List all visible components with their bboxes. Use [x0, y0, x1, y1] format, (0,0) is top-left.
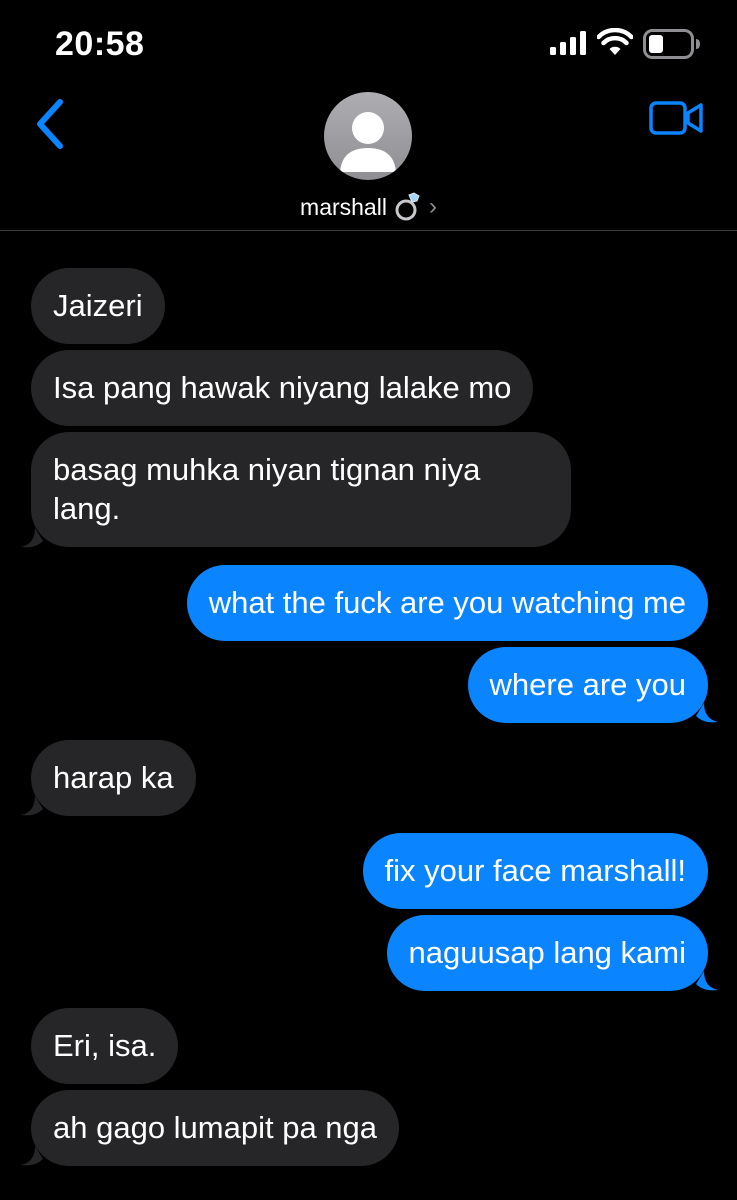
bubble-tail	[21, 528, 43, 548]
incoming-message[interactable]: Eri, isa.	[31, 1008, 179, 1084]
bubble-tail	[696, 971, 718, 991]
incoming-message[interactable]: basag muhka niyan tignan niya lang.	[31, 432, 571, 547]
outgoing-message[interactable]: fix your face marshall!	[362, 833, 708, 909]
chevron-right-icon: ›	[428, 193, 437, 220]
outgoing-message[interactable]: where are you	[467, 647, 708, 723]
incoming-message[interactable]: Jaizeri	[31, 268, 165, 344]
status-bar: 20:58	[0, 0, 737, 88]
chevron-left-icon[interactable]	[34, 98, 66, 150]
battery-icon	[643, 29, 700, 59]
contact-name-button[interactable]: marshall ›	[0, 188, 737, 232]
bubble-tail	[21, 1146, 43, 1166]
status-time: 20:58	[55, 25, 145, 63]
outgoing-message[interactable]: what the fuck are you watching me	[186, 565, 708, 641]
bubble-tail	[696, 703, 718, 723]
contact-name: marshall	[300, 194, 387, 220]
bubble-tail	[21, 796, 43, 816]
person-icon	[340, 112, 396, 172]
incoming-message[interactable]: ah gago lumapit pa nga	[31, 1090, 400, 1166]
outgoing-message[interactable]: naguusap lang kami	[386, 915, 708, 991]
signal-icon	[550, 31, 586, 55]
conversation-header: marshall ›	[0, 88, 737, 231]
ring-icon	[393, 191, 423, 232]
incoming-message[interactable]: harap ka	[31, 740, 196, 816]
incoming-message[interactable]: Isa pang hawak niyang lalake mo	[31, 350, 534, 426]
contact-avatar[interactable]	[324, 92, 412, 180]
video-camera-icon[interactable]	[648, 100, 704, 136]
wifi-icon	[597, 28, 633, 55]
